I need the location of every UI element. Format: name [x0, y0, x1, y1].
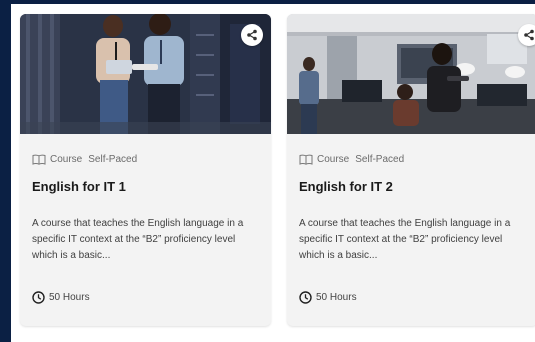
book-icon — [299, 154, 313, 165]
course-type-label: Course — [317, 154, 350, 165]
share-icon — [247, 29, 257, 41]
clock-icon — [32, 291, 45, 304]
course-card[interactable]: Course Self-Paced English for IT 2 A cou… — [287, 14, 535, 326]
course-pace-label: Self-Paced — [88, 154, 138, 165]
clock-icon — [299, 291, 312, 304]
course-title[interactable]: English for IT 2 — [299, 179, 393, 194]
course-description: A course that teaches the English langua… — [32, 218, 244, 261]
course-duration-label: 50 Hours — [49, 292, 90, 303]
course-meta: Course Self-Paced — [299, 154, 404, 165]
share-button[interactable] — [518, 24, 535, 46]
course-card[interactable]: Course Self-Paced English for IT 1 A cou… — [20, 14, 271, 326]
course-duration: 50 Hours — [299, 291, 357, 304]
share-button[interactable] — [241, 24, 263, 46]
share-icon — [524, 29, 534, 41]
course-image — [287, 14, 535, 134]
course-duration: 50 Hours — [32, 291, 90, 304]
course-meta: Course Self-Paced — [32, 154, 137, 165]
course-pace-label: Self-Paced — [355, 154, 405, 165]
course-title[interactable]: English for IT 1 — [32, 179, 126, 194]
course-type-label: Course — [50, 154, 83, 165]
course-description: A course that teaches the English langua… — [299, 218, 511, 261]
course-duration-label: 50 Hours — [316, 292, 357, 303]
course-list-panel: Course Self-Paced English for IT 1 A cou… — [11, 4, 535, 342]
book-icon — [32, 154, 46, 165]
course-image — [20, 14, 271, 134]
